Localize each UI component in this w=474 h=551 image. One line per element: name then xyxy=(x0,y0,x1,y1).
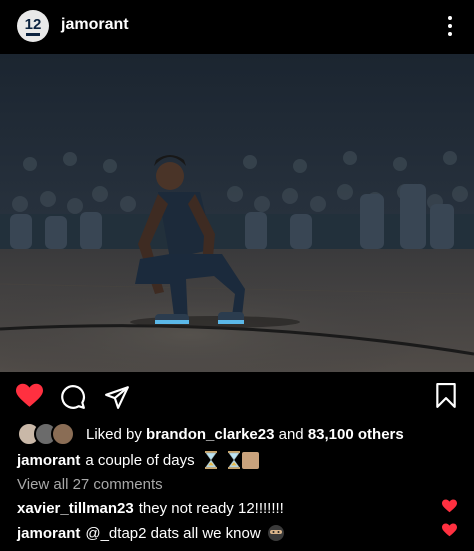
comment-username[interactable]: xavier_tillman23 xyxy=(17,500,134,517)
post-header: 12 jamorant xyxy=(0,0,474,54)
likes-prefix: Liked by xyxy=(86,425,142,443)
skin-tone-emoji-icon xyxy=(241,451,259,469)
likes-text: Liked by brandon_clarke23 and 83,100 oth… xyxy=(86,426,404,443)
hourglass-emoji-icon xyxy=(204,451,217,469)
caption-text: a couple of days xyxy=(85,451,195,469)
avatar-nameplate xyxy=(26,33,40,36)
likes-count[interactable]: 83,100 others xyxy=(308,426,404,443)
more-vertical-icon[interactable] xyxy=(444,14,456,38)
hourglass-emoji-icon xyxy=(227,451,240,469)
comment-like-heart-icon[interactable] xyxy=(442,523,457,537)
view-all-comments-link[interactable]: View all 27 comments xyxy=(17,476,163,493)
comment-username[interactable]: jamorant xyxy=(17,525,80,542)
comment-item: jamorant @_dtap2 dats all we know xyxy=(17,524,285,542)
comment-item: xavier_tillman23 they not ready 12!!!!!!… xyxy=(17,500,284,517)
send-icon[interactable] xyxy=(104,384,130,410)
photo-illustration xyxy=(0,54,474,372)
heart-icon[interactable] xyxy=(16,383,43,408)
comment-text: @_dtap2 dats all we know xyxy=(85,524,261,542)
liker-avatar xyxy=(51,422,75,446)
avatar-jersey-number: 12 xyxy=(24,16,42,33)
comment-text: they not ready 12!!!!!!! xyxy=(138,500,284,517)
post-caption: jamorant a couple of days xyxy=(17,451,259,469)
caption-username[interactable]: jamorant xyxy=(17,452,80,469)
post-username[interactable]: jamorant xyxy=(61,16,129,34)
bookmark-icon[interactable] xyxy=(435,383,457,409)
likes-and: and xyxy=(278,425,304,443)
post-photo[interactable] xyxy=(0,54,474,372)
comment-like-heart-icon[interactable] xyxy=(442,499,457,513)
likes-row[interactable]: Liked by brandon_clarke23 and 83,100 oth… xyxy=(17,422,404,446)
post-actions xyxy=(0,383,474,411)
likes-user[interactable]: brandon_clarke23 xyxy=(146,426,274,443)
ninja-emoji-icon xyxy=(267,525,284,541)
avatar[interactable]: 12 xyxy=(17,10,49,42)
comment-icon[interactable] xyxy=(60,384,86,410)
